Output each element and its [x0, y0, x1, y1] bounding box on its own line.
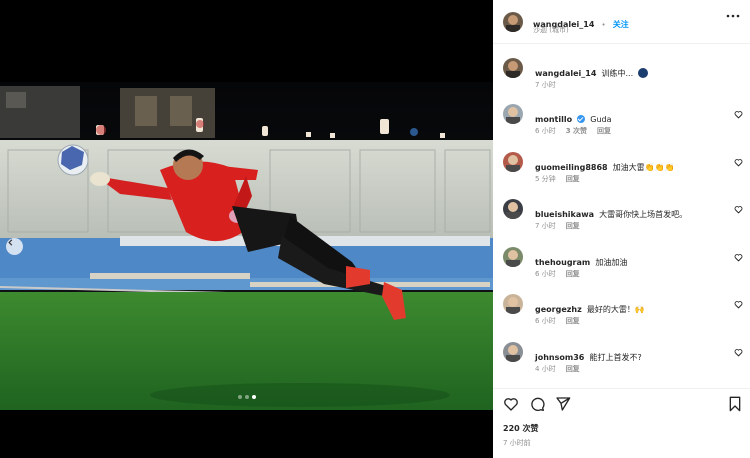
- post-date: 7 小时前: [503, 439, 531, 447]
- commenter-username[interactable]: georgezhz: [535, 305, 582, 314]
- commenter-avatar[interactable]: [503, 151, 523, 172]
- comment-text: 加油大雷👏👏👏: [612, 162, 675, 172]
- commenter-username[interactable]: blueishikawa: [535, 210, 594, 219]
- comment-item: guomeiling8868 加油大雷👏👏👏 5 分钟 回复: [503, 151, 743, 192]
- comment-text: 大雷哥你快上场首发吧。: [599, 210, 688, 219]
- author-avatar[interactable]: [503, 12, 523, 32]
- commenter-avatar[interactable]: [503, 199, 523, 219]
- commenter-username[interactable]: johnsom36: [535, 353, 584, 362]
- post-actions: [503, 396, 743, 414]
- comment-like-heart-icon[interactable]: [734, 253, 743, 262]
- follow-button[interactable]: 关注: [613, 20, 629, 29]
- comment-item: thehougram 加油加油 6 小时 回复: [503, 246, 743, 287]
- comment-time: 7 小时: [535, 222, 556, 230]
- post-header: wangdalei_14 • 关注 沙迦 (城市): [493, 0, 750, 44]
- goalkeeper-photo: [0, 0, 493, 458]
- share-icon[interactable]: [555, 396, 571, 412]
- chevron-left-icon: [8, 239, 13, 246]
- verified-badge-icon: [577, 115, 586, 123]
- comment-like-heart-icon[interactable]: [734, 348, 743, 357]
- actions-divider: [493, 388, 750, 389]
- caption-username[interactable]: wangdalei_14: [535, 69, 596, 78]
- comment-text: 能打上首发不?: [589, 352, 642, 362]
- commenter-avatar[interactable]: [503, 294, 523, 314]
- comment-like-heart-icon[interactable]: [734, 110, 743, 119]
- post-location[interactable]: 沙迦 (城市): [533, 25, 569, 35]
- reply-button[interactable]: 回复: [566, 364, 580, 374]
- comment-item: georgezhz 最好的大雷！🙌 6 小时 回复: [503, 294, 743, 334]
- more-icon[interactable]: [726, 13, 740, 19]
- post-photo[interactable]: [0, 0, 493, 458]
- comment-text: 最好的大雷！🙌: [586, 305, 645, 314]
- caption-time: 7 小时: [535, 81, 556, 89]
- commenter-username[interactable]: guomeiling8868: [535, 163, 608, 172]
- post-side-panel: wangdalei_14 • 关注 沙迦 (城市) wangdalei_14 训…: [493, 0, 750, 458]
- comment-like-heart-icon[interactable]: [734, 300, 743, 309]
- caption-emoji: [638, 68, 649, 78]
- reply-button[interactable]: 回复: [566, 316, 580, 326]
- comment-item: johnsom36 能打上首发不? 4 小时 回复: [503, 341, 743, 382]
- carousel-dot: [245, 395, 249, 399]
- bookmark-icon[interactable]: [727, 396, 743, 412]
- comment-time: 4 小时: [535, 364, 556, 373]
- likes-count[interactable]: 220 次赞: [503, 423, 538, 434]
- comment-time: 6 小时: [535, 317, 556, 325]
- comment-like-heart-icon[interactable]: [734, 205, 743, 214]
- instagram-post-view: wangdalei_14 • 关注 沙迦 (城市) wangdalei_14 训…: [0, 0, 750, 458]
- separator-dot: •: [601, 21, 606, 29]
- reply-button[interactable]: 回复: [566, 221, 580, 231]
- comment-time: 6 小时: [535, 127, 556, 135]
- comment-time: 5 分钟: [535, 174, 556, 183]
- caption-text: 训练中...: [601, 69, 634, 78]
- comment-likes[interactable]: 3 次赞: [566, 126, 587, 136]
- commenter-username[interactable]: montillo: [535, 115, 572, 124]
- comment-time: 6 小时: [535, 269, 556, 278]
- commenter-avatar[interactable]: [503, 104, 523, 124]
- comment-text: 加油加油: [595, 257, 628, 267]
- heart-icon[interactable]: [503, 396, 519, 412]
- commenter-avatar[interactable]: [503, 341, 523, 362]
- commenter-username[interactable]: thehougram: [535, 258, 590, 267]
- carousel-dot-active: [252, 395, 256, 399]
- caption-avatar[interactable]: [503, 58, 523, 78]
- comment-item: montillo Guda 6 小时 3 次赞 回复: [503, 104, 743, 144]
- reply-button[interactable]: 回复: [597, 126, 611, 136]
- comment-item: blueishikawa 大雷哥你快上场首发吧。 7 小时 回复: [503, 199, 743, 239]
- comment-icon[interactable]: [529, 396, 545, 412]
- reply-button[interactable]: 回复: [566, 174, 580, 184]
- commenter-avatar[interactable]: [503, 246, 523, 267]
- reply-button[interactable]: 回复: [566, 269, 580, 279]
- comment-text: Guda: [590, 115, 612, 124]
- carousel-indicator: [238, 395, 256, 399]
- previous-photo-button[interactable]: [6, 238, 23, 255]
- carousel-dot: [238, 395, 242, 399]
- post-caption: wangdalei_14 训练中... 7 小时: [503, 58, 743, 94]
- comment-like-heart-icon[interactable]: [734, 158, 743, 167]
